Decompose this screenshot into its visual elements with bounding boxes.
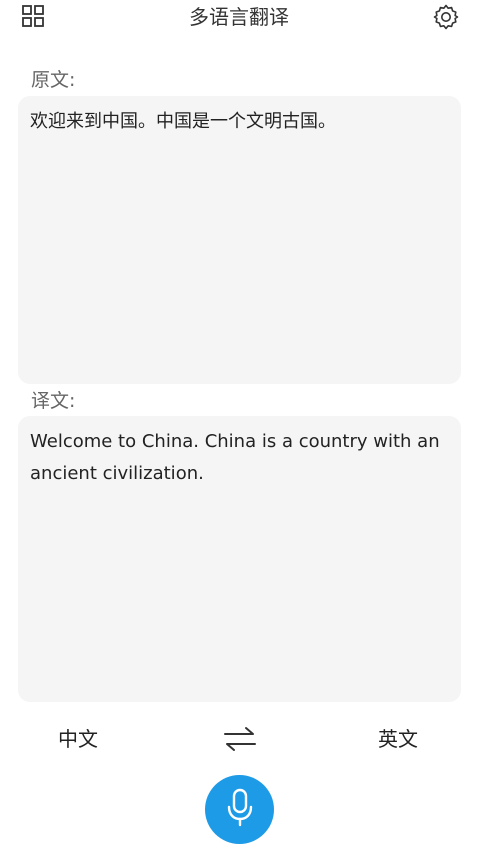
source-text-area[interactable]: 欢迎来到中国。中国是一个文明古国。 <box>18 96 461 384</box>
microphone-button[interactable] <box>205 775 274 844</box>
microphone-icon <box>222 787 258 833</box>
target-label: 译文: <box>31 390 76 412</box>
page-title: 多语言翻译 <box>189 5 289 29</box>
app-header: 多语言翻译 <box>0 0 478 34</box>
gear-icon[interactable] <box>432 3 460 31</box>
target-text-area[interactable]: Welcome to China. China is a country wit… <box>18 416 461 702</box>
source-label: 原文: <box>31 69 76 91</box>
source-language-button[interactable]: 中文 <box>58 726 98 752</box>
target-language-button[interactable]: 英文 <box>378 726 418 752</box>
target-text: Welcome to China. China is a country wit… <box>30 431 440 484</box>
source-text: 欢迎来到中国。中国是一个文明古国。 <box>30 111 336 132</box>
swap-icon[interactable] <box>222 724 258 754</box>
